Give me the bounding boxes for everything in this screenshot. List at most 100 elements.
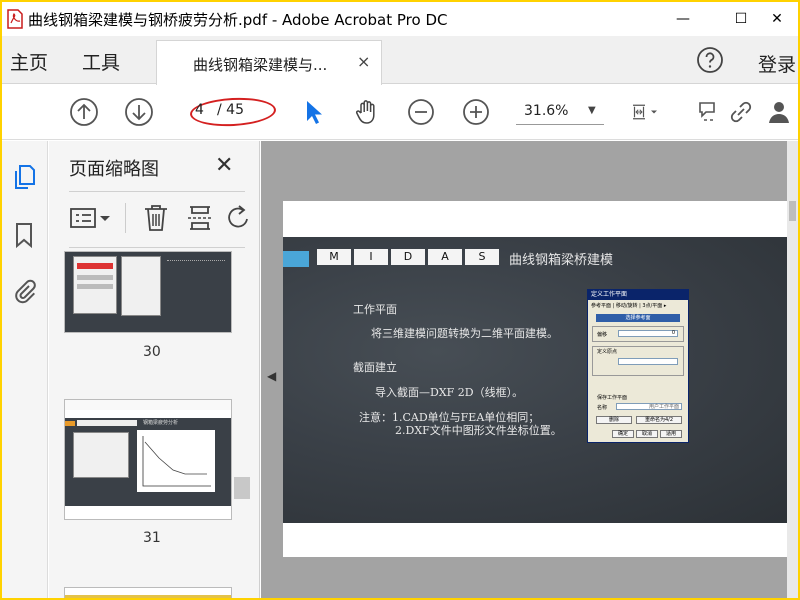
slide-dialog-screenshot: 定义工作平面 参考平面 | 移动/旋转 | 3点/平面 ▸ 选择参考面 偏移 0… <box>587 289 689 443</box>
thumbnail-slide: 钢箱梁疲劳分析 <box>65 418 231 506</box>
page-number-input[interactable]: 4 <box>195 102 204 118</box>
panel-divider <box>69 191 245 192</box>
dialog-caption: 定义工作平面 <box>588 290 688 300</box>
toolbar-divider <box>125 203 126 233</box>
thumbnail-dialog <box>121 256 161 316</box>
login-link[interactable]: 登录 <box>758 50 796 77</box>
minimize-button[interactable]: — <box>660 2 706 36</box>
slide-heading: 工作平面 <box>353 303 397 316</box>
thumbnail-chart-lines <box>142 436 211 487</box>
zoom-dropdown[interactable]: 31.6% ▼ <box>516 99 604 125</box>
insert-page-icon[interactable] <box>185 203 215 233</box>
page-thumbnail-32[interactable] <box>64 587 232 598</box>
page-thumbnail-30[interactable] <box>64 251 232 333</box>
bookmark-icon[interactable] <box>12 221 36 249</box>
tab-tools[interactable]: 工具 <box>82 48 120 75</box>
thumbnail-page-margin <box>65 400 231 410</box>
dialog-button: 重命名为4/2 <box>636 416 682 424</box>
dialog-label: 保存工作平面 <box>597 395 628 401</box>
page-top-margin <box>283 201 798 237</box>
dialog-label: 定义原点 <box>597 349 618 355</box>
hand-icon[interactable] <box>352 97 382 127</box>
slide-text: 将三维建模问题转换为二维平面建模。 <box>371 327 558 340</box>
panel-title: 页面缩略图 <box>69 159 159 180</box>
thumbnail-row <box>77 284 113 289</box>
pdf-file-icon <box>7 9 23 29</box>
document-tab-label: 曲线钢箱梁建模与... <box>193 56 328 74</box>
next-page-icon[interactable] <box>124 97 154 127</box>
navigation-rail <box>2 141 48 598</box>
dialog-button: 适用 <box>660 430 682 438</box>
dialog-select-button: 选择参考面 <box>596 314 680 322</box>
dialog-input: 用户工作平面 <box>616 403 682 410</box>
slide-heading: 截面建立 <box>353 361 397 374</box>
document-scrollbar[interactable] <box>787 141 798 598</box>
dialog-value: 用户工作平面 <box>648 404 679 410</box>
dialog-input: 0 <box>618 330 678 337</box>
acrobat-window: 曲线钢箱梁建模与钢桥疲劳分析.pdf - Adobe Acrobat Pro D… <box>2 2 798 598</box>
scrollbar-thumb[interactable] <box>234 477 250 499</box>
letter-box: S <box>465 249 499 265</box>
page-number-label: 30 <box>143 344 161 360</box>
thumbnail-slide <box>65 595 231 598</box>
slide-note: 2.DXF文件中图形文件坐标位置。 <box>395 424 562 437</box>
thumbnail-page-margin <box>65 410 231 418</box>
dialog-label: 偏移 <box>597 332 608 338</box>
dialog-label: 名称 <box>597 405 608 411</box>
dialog-value: 0 <box>671 330 675 336</box>
tab-home[interactable]: 主页 <box>10 48 48 75</box>
attachment-icon[interactable] <box>12 277 36 305</box>
page-count: / 45 <box>217 102 244 118</box>
delete-page-icon[interactable] <box>141 203 171 233</box>
thumbnail-row <box>77 275 113 280</box>
letter-box: D <box>391 249 425 265</box>
thumbnail-dialog <box>73 432 129 478</box>
window-title: 曲线钢箱梁建模与钢桥疲劳分析.pdf - Adobe Acrobat Pro D… <box>28 11 448 29</box>
close-tab-icon[interactable]: × <box>357 52 370 71</box>
slide-text: 导入截面—DXF 2D（线框）。 <box>375 386 524 399</box>
chevron-down-icon: ▼ <box>588 105 596 116</box>
title-bar: 曲线钢箱梁建模与钢桥疲劳分析.pdf - Adobe Acrobat Pro D… <box>2 2 798 36</box>
dialog-button: 删除 <box>596 416 632 424</box>
dialog-tabs: 参考平面 | 移动/旋转 | 3点/平面 ▸ <box>591 303 667 309</box>
thumbnail-accent <box>65 421 75 426</box>
rotate-page-icon[interactable] <box>223 203 253 233</box>
slide-title: 曲线钢箱梁桥建模 <box>509 253 614 268</box>
thumbnail-options-icon[interactable] <box>69 203 115 233</box>
document-view[interactable]: ◀ M I D A S 曲线钢箱梁桥建模 工作平面 将三维建模问题转换为二维平面… <box>261 141 798 598</box>
thumbnail-scrollbar[interactable] <box>232 251 252 598</box>
dialog-input <box>618 358 678 365</box>
page-thumbnail-31[interactable]: 钢箱梁疲劳分析 <box>64 399 232 520</box>
dialog-button: 取消 <box>636 430 658 438</box>
comment-icon[interactable] <box>692 97 722 127</box>
select-pointer-icon[interactable] <box>298 97 328 127</box>
thumbnail-letters <box>77 420 137 426</box>
zoom-in-icon[interactable] <box>461 97 491 127</box>
fit-page-icon[interactable] <box>630 97 660 127</box>
close-window-button[interactable]: ✕ <box>754 2 798 36</box>
slide-accent-stripe <box>283 251 309 267</box>
collapse-panel-icon[interactable]: ◀ <box>267 369 276 383</box>
scrollbar-thumb[interactable] <box>789 201 796 221</box>
zoom-out-icon[interactable] <box>406 97 436 127</box>
main-toolbar: 4 / 45 31.6% ▼ <box>2 85 798 140</box>
prev-page-icon[interactable] <box>69 97 99 127</box>
midas-letters: M I D A S <box>317 249 499 265</box>
page-thumbnails-icon[interactable] <box>12 163 36 191</box>
thumbnail-highlight <box>77 263 113 269</box>
thumbnail-title: 钢箱梁疲劳分析 <box>143 420 179 426</box>
letter-box: M <box>317 249 351 265</box>
help-icon[interactable] <box>696 46 724 74</box>
slide-content: M I D A S 曲线钢箱梁桥建模 工作平面 将三维建模问题转换为二维平面建模… <box>283 237 798 523</box>
tab-document[interactable]: 曲线钢箱梁建模与... × <box>156 40 382 85</box>
link-icon[interactable] <box>726 97 756 127</box>
tab-bar: 主页 工具 曲线钢箱梁建模与... × 登录 <box>2 36 798 85</box>
share-icon[interactable] <box>764 97 794 127</box>
letter-box: A <box>428 249 462 265</box>
dialog-button: 确定 <box>612 430 634 438</box>
panel-divider <box>69 247 245 248</box>
close-panel-icon[interactable]: ✕ <box>215 153 233 178</box>
thumbnail-panel: 页面缩略图 ✕ 30 钢箱梁疲劳分析 31 <box>49 141 260 598</box>
thumbnail-dialog <box>73 256 117 314</box>
thumbnail-chart <box>137 430 215 492</box>
